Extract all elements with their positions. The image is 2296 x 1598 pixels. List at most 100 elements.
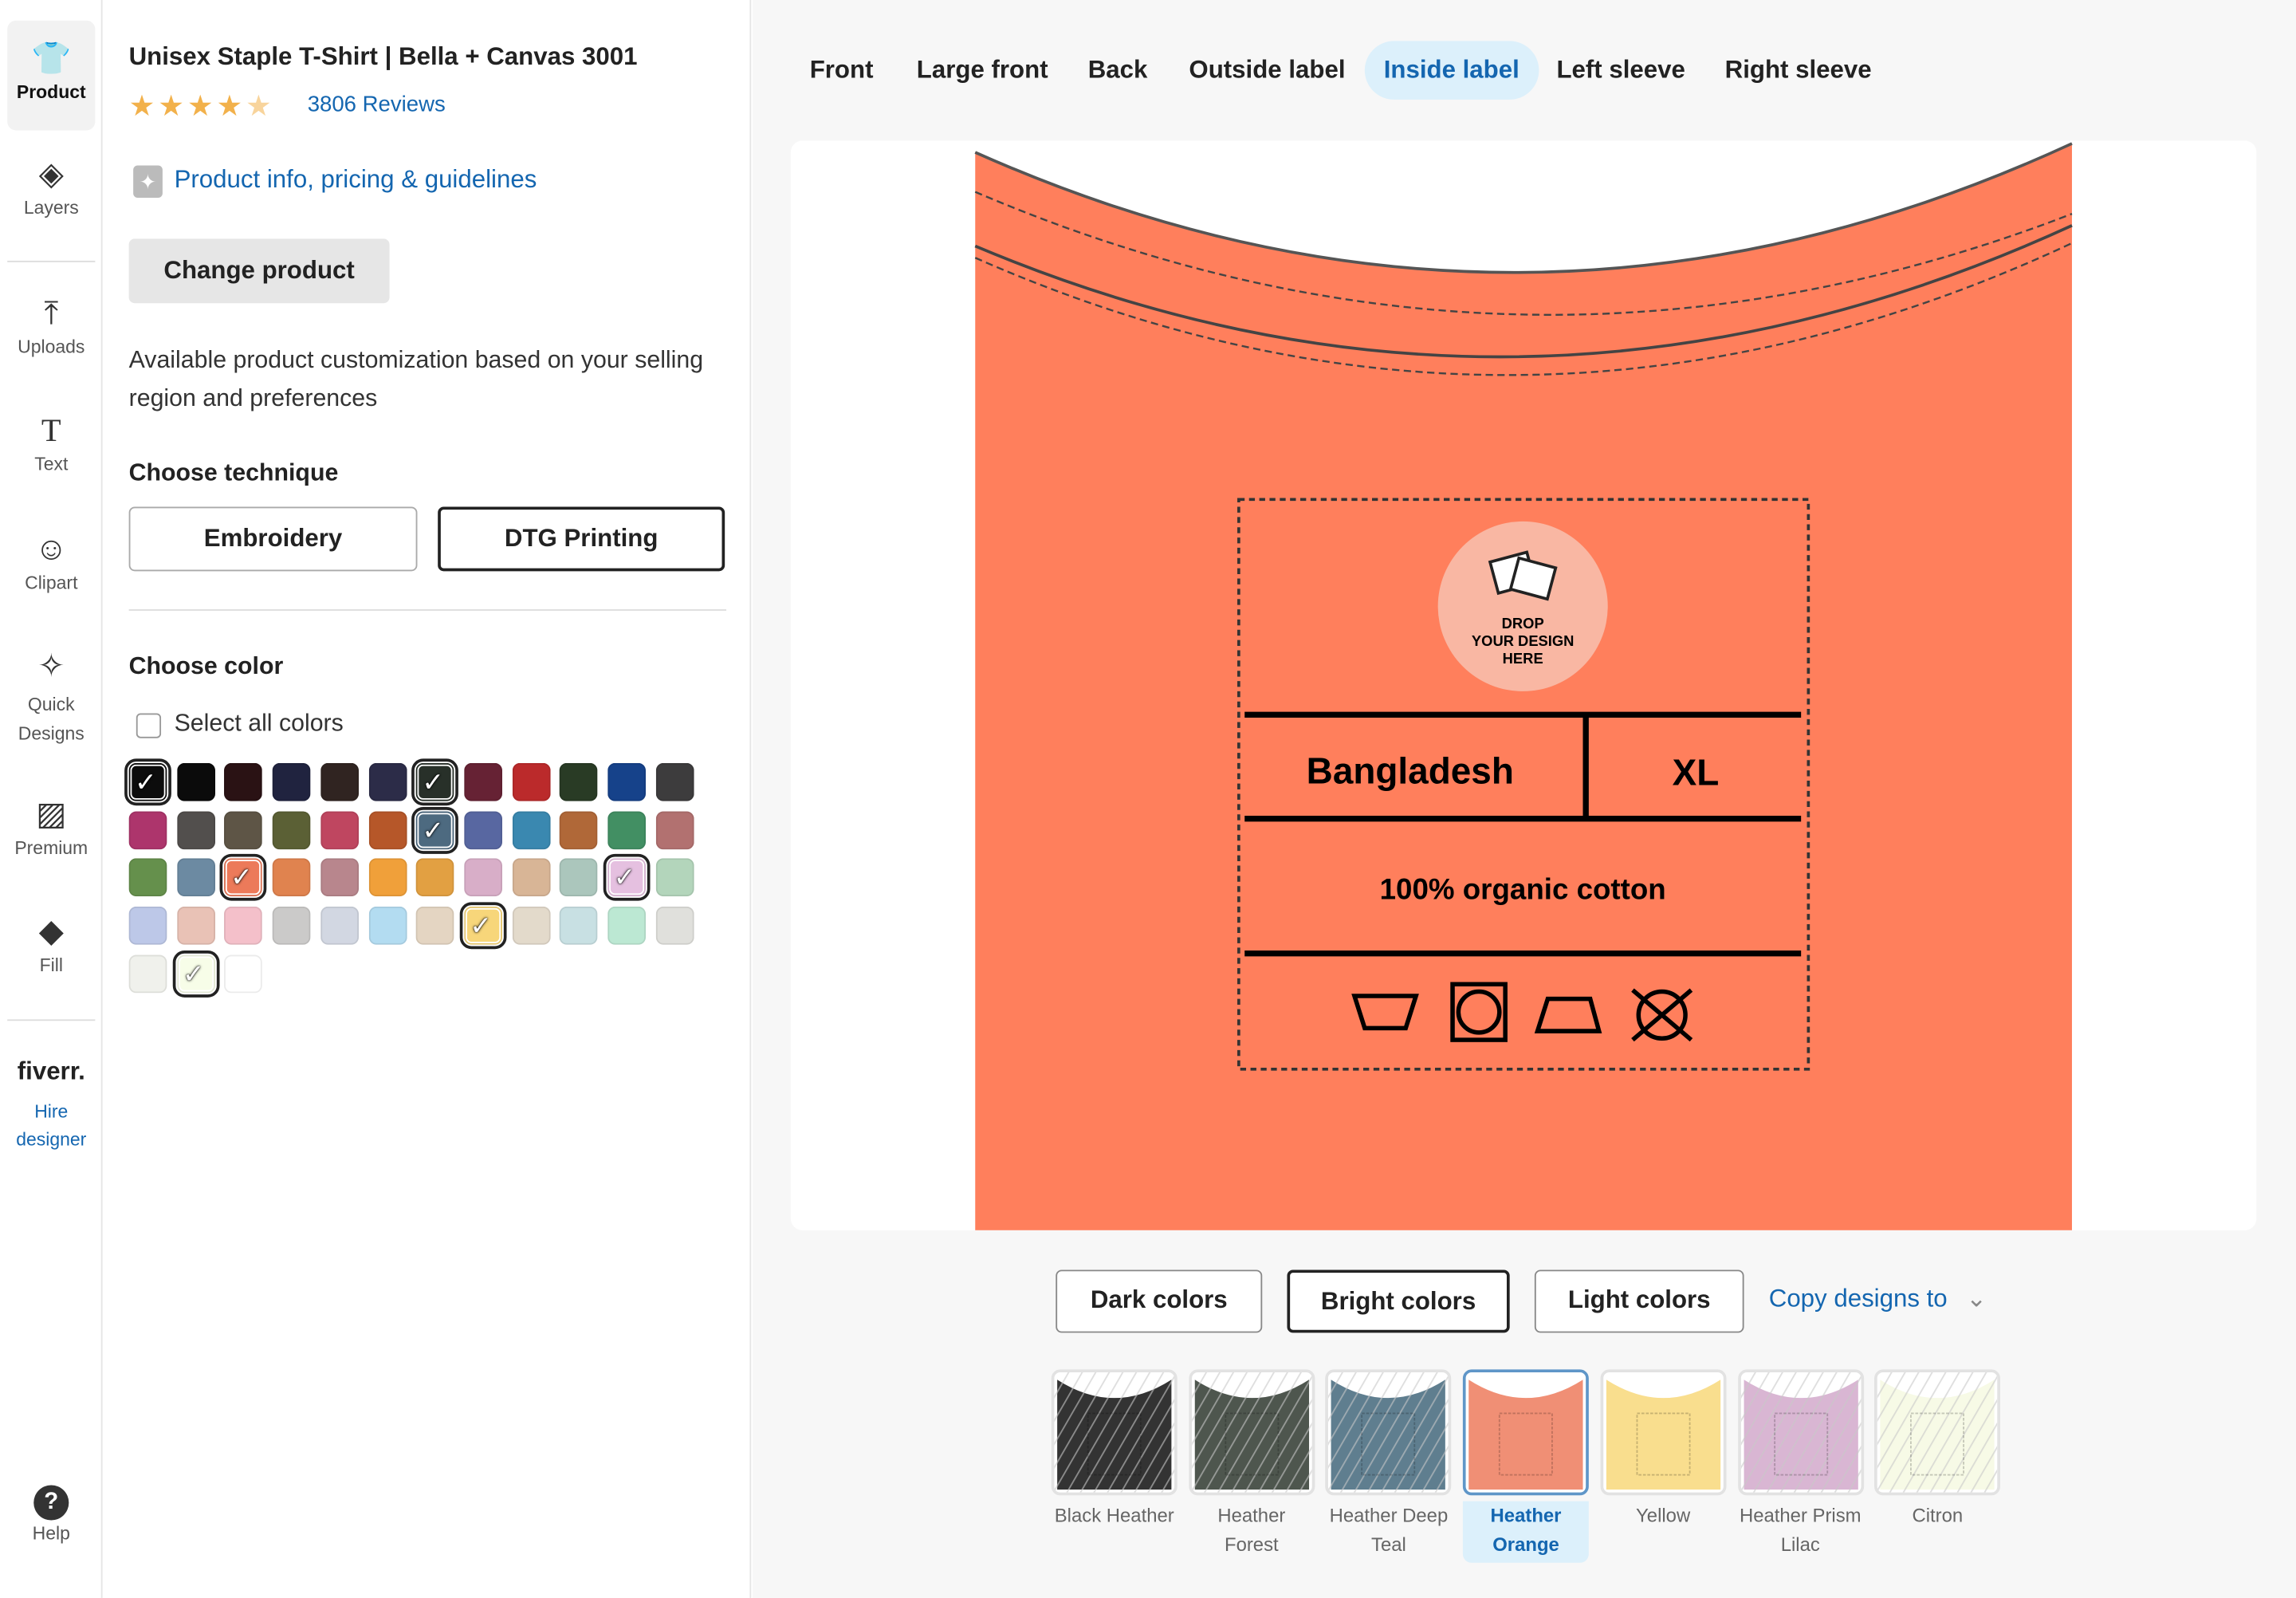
color-swatch[interactable] [464, 810, 502, 849]
checkmark-icon: ✓ [470, 911, 493, 941]
tab-left-sleeve[interactable]: Left sleeve [1538, 41, 1704, 99]
color-swatch[interactable] [368, 859, 407, 897]
color-swatch[interactable]: ✓ [411, 806, 459, 854]
color-swatch[interactable] [607, 762, 646, 801]
nav-fill[interactable]: ◆ Fill [7, 911, 95, 975]
embroidery-button[interactable]: Embroidery [128, 506, 418, 572]
color-swatch[interactable]: ✓ [459, 902, 507, 950]
color-swatch[interactable] [655, 859, 694, 897]
thumbnail-label: Yellow [1636, 1504, 1691, 1526]
color-swatch[interactable] [560, 762, 598, 801]
color-swatch[interactable] [368, 762, 407, 801]
tab-right-sleeve[interactable]: Right sleeve [1706, 41, 1891, 99]
color-swatch[interactable]: ✓ [172, 950, 219, 998]
bright-colors-button[interactable]: Bright colors [1287, 1269, 1510, 1333]
dtg-printing-button[interactable]: DTG Printing [438, 506, 725, 572]
color-swatch[interactable] [320, 762, 359, 801]
tab-inside-label[interactable]: Inside label [1364, 41, 1539, 100]
color-swatch[interactable] [464, 859, 502, 897]
tab-outside-label[interactable]: Outside label [1170, 41, 1365, 99]
technique-heading: Choose technique [128, 459, 339, 486]
select-all-checkbox[interactable] [136, 713, 162, 738]
color-swatch[interactable] [512, 859, 550, 897]
color-swatch[interactable] [224, 907, 263, 945]
color-swatch[interactable] [560, 859, 598, 897]
country-text: Bangladesh [1307, 750, 1514, 792]
color-swatch[interactable] [176, 762, 215, 801]
color-swatch[interactable] [272, 810, 311, 849]
color-swatch[interactable] [607, 907, 646, 945]
color-swatch[interactable] [128, 859, 167, 897]
color-swatch[interactable] [320, 859, 359, 897]
color-swatch[interactable] [176, 907, 215, 945]
color-swatch[interactable] [655, 810, 694, 849]
color-swatch[interactable] [607, 810, 646, 849]
color-swatch[interactable] [415, 907, 454, 945]
color-swatch[interactable]: ✓ [411, 758, 459, 806]
nav-label: Help [32, 1523, 70, 1544]
light-colors-button[interactable]: Light colors [1534, 1269, 1744, 1333]
color-swatch[interactable] [272, 907, 311, 945]
color-swatch[interactable]: ✓ [124, 758, 171, 806]
color-swatch[interactable] [272, 762, 311, 801]
color-thumbnail[interactable]: Citron [1874, 1369, 2001, 1533]
color-swatch[interactable] [560, 810, 598, 849]
color-thumbnail[interactable]: Yellow [1600, 1369, 1727, 1533]
color-swatch[interactable] [128, 810, 167, 849]
color-swatch[interactable] [320, 810, 359, 849]
color-swatch[interactable] [224, 810, 263, 849]
color-swatch[interactable]: ✓ [220, 854, 268, 902]
color-swatch[interactable] [272, 859, 311, 897]
design-canvas[interactable]: DROP YOUR DESIGN HERE Bangladesh XL 100%… [790, 140, 2257, 1230]
color-thumbnail[interactable]: Heather Forest [1188, 1369, 1315, 1562]
color-swatch[interactable] [560, 907, 598, 945]
color-swatch[interactable] [368, 810, 407, 849]
color-swatch[interactable] [655, 762, 694, 801]
color-swatch[interactable] [415, 859, 454, 897]
color-thumbnail[interactable]: Black Heather [1051, 1369, 1177, 1533]
dark-colors-button[interactable]: Dark colors [1056, 1269, 1263, 1333]
copy-designs-dropdown[interactable]: Copy designs to ⌄ [1769, 1285, 1987, 1314]
reviews-link[interactable]: 3806 Reviews [308, 92, 446, 117]
nav-clipart[interactable]: ☺ Clipart [7, 529, 95, 593]
fiverr-logo: fiverr. [17, 1057, 85, 1086]
color-swatch[interactable] [224, 954, 263, 993]
product-info-link[interactable]: Product info, pricing & guidelines [175, 166, 537, 195]
tab-large-front[interactable]: Large front [898, 41, 1067, 99]
tab-front[interactable]: Front [791, 41, 893, 99]
color-swatch[interactable]: ✓ [603, 854, 651, 902]
nav-layers[interactable]: ◈ Layers [7, 154, 95, 218]
hire-designer-link[interactable]: Hire designer [7, 1099, 95, 1155]
color-swatch[interactable] [512, 907, 550, 945]
color-swatch[interactable] [512, 762, 550, 801]
nav-premium[interactable]: ▨ Premium [7, 794, 95, 858]
nav-uploads[interactable]: ⤒ Uploads [7, 293, 95, 357]
premium-image-icon: ▨ [36, 795, 67, 832]
upload-icon: ⤒ [44, 294, 59, 332]
change-product-button[interactable]: Change product [128, 238, 390, 304]
divider [7, 1019, 96, 1021]
thumbnail-image [1737, 1369, 1864, 1496]
color-thumbnail[interactable]: Heather Deep Teal [1325, 1369, 1452, 1562]
color-swatch[interactable] [128, 907, 167, 945]
tab-back[interactable]: Back [1069, 41, 1166, 99]
nav-quick-designs[interactable]: ✧ Quick Designs [7, 646, 95, 749]
color-swatch[interactable] [512, 810, 550, 849]
color-thumbnail[interactable]: Heather Prism Lilac [1737, 1369, 1864, 1562]
color-swatch[interactable] [176, 859, 215, 897]
color-swatch[interactable] [368, 907, 407, 945]
nav-product[interactable]: 👕 Product [7, 20, 96, 131]
color-swatch[interactable] [128, 954, 167, 993]
nav-help[interactable]: ? Help [7, 1485, 95, 1544]
color-swatch[interactable] [464, 762, 502, 801]
color-swatch[interactable] [320, 907, 359, 945]
thumbnail-image [1463, 1369, 1590, 1496]
color-swatch[interactable] [655, 907, 694, 945]
nav-label: Layers [23, 197, 79, 218]
color-swatch[interactable] [176, 810, 215, 849]
color-swatch[interactable] [224, 762, 263, 801]
thumbnail-image [1325, 1369, 1452, 1496]
color-thumbnail[interactable]: Heather Orange [1463, 1369, 1590, 1563]
shirt-icon: 👕 [31, 39, 72, 77]
nav-text[interactable]: T Text [7, 410, 95, 474]
